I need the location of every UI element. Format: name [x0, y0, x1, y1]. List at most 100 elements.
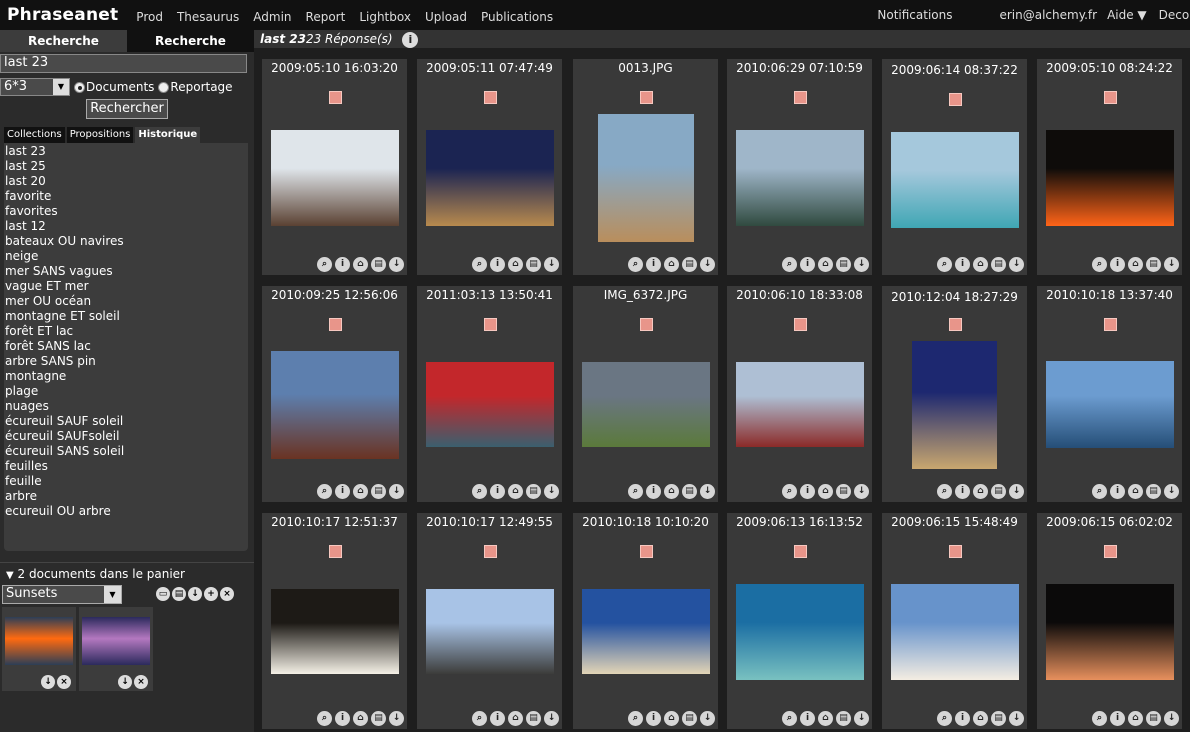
info-icon[interactable]: i: [955, 484, 970, 499]
download-icon[interactable]: ↓: [188, 587, 202, 601]
result-card[interactable]: 2009:06:13 16:13:52 ⌕ i ⌂ ▤ ↓: [727, 513, 872, 729]
print-icon[interactable]: ▤: [371, 257, 386, 272]
download-icon[interactable]: ↓: [700, 711, 715, 726]
result-card[interactable]: 2009:06:14 08:37:22 ⌕ i ⌂ ▤ ↓: [882, 59, 1027, 275]
print-icon[interactable]: ▤: [836, 484, 851, 499]
tab-advanced-search[interactable]: Recherche avancée: [127, 30, 254, 70]
history-item[interactable]: forêt ET lac: [4, 324, 248, 339]
result-card[interactable]: 2010:06:29 07:10:59 ⌕ i ⌂ ▤ ↓: [727, 59, 872, 275]
zoom-icon[interactable]: ⌕: [782, 711, 797, 726]
history-item[interactable]: montagne ET soleil: [4, 309, 248, 324]
info-icon[interactable]: i: [402, 31, 419, 48]
select-checkbox[interactable]: [640, 91, 653, 104]
download-icon[interactable]: ↓: [1164, 484, 1179, 499]
select-checkbox[interactable]: [949, 93, 962, 106]
close-icon[interactable]: ×: [57, 675, 71, 689]
result-card[interactable]: 2010:12:04 18:27:29 ⌕ i ⌂ ▤ ↓: [882, 286, 1027, 502]
zoom-icon[interactable]: ⌕: [317, 484, 332, 499]
basket-icon[interactable]: ⌂: [973, 711, 988, 726]
history-item[interactable]: ecureuil OU arbre: [4, 504, 248, 519]
notifications-link[interactable]: Notifications: [877, 8, 952, 22]
basket-icon[interactable]: ⌂: [353, 711, 368, 726]
zoom-icon[interactable]: ⌕: [937, 257, 952, 272]
search-button[interactable]: Rechercher: [86, 99, 168, 119]
thumbnail-image[interactable]: [426, 362, 554, 447]
download-icon[interactable]: ↓: [389, 257, 404, 272]
add-icon[interactable]: +: [204, 587, 218, 601]
thumbnail-image[interactable]: [891, 132, 1019, 228]
history-item[interactable]: arbre SANS pin: [4, 354, 248, 369]
print-icon[interactable]: ▤: [172, 587, 186, 601]
download-icon[interactable]: ↓: [854, 257, 869, 272]
result-card[interactable]: 2009:06:15 15:48:49 ⌕ i ⌂ ▤ ↓: [882, 513, 1027, 729]
history-item[interactable]: vague ET mer: [4, 279, 248, 294]
select-checkbox[interactable]: [1104, 318, 1117, 331]
zoom-icon[interactable]: ⌕: [472, 257, 487, 272]
basket-item[interactable]: ↓ ×: [79, 607, 153, 691]
info-icon[interactable]: i: [1110, 257, 1125, 272]
zoom-icon[interactable]: ⌕: [782, 484, 797, 499]
nav-publications[interactable]: Publications: [481, 10, 553, 24]
select-checkbox[interactable]: [949, 318, 962, 331]
select-checkbox[interactable]: [329, 545, 342, 558]
download-icon[interactable]: ↓: [389, 484, 404, 499]
download-icon[interactable]: ↓: [544, 484, 559, 499]
download-icon[interactable]: ↓: [544, 711, 559, 726]
info-icon[interactable]: i: [490, 484, 505, 499]
result-card[interactable]: 0013.JPG ⌕ i ⌂ ▤ ↓: [573, 59, 718, 275]
basket-icon[interactable]: ⌂: [818, 257, 833, 272]
result-card[interactable]: 2010:10:18 10:10:20 ⌕ i ⌂ ▤ ↓: [573, 513, 718, 729]
thumbnail-image[interactable]: [1046, 130, 1174, 226]
info-icon[interactable]: i: [490, 711, 505, 726]
info-icon[interactable]: i: [800, 484, 815, 499]
basket-thumbnail[interactable]: [5, 617, 73, 665]
nav-upload[interactable]: Upload: [425, 10, 467, 24]
basket-icon[interactable]: ⌂: [664, 711, 679, 726]
basket-icon[interactable]: ⌂: [508, 711, 523, 726]
info-icon[interactable]: i: [335, 257, 350, 272]
result-card[interactable]: 2009:06:15 06:02:02 ⌕ i ⌂ ▤ ↓: [1037, 513, 1182, 729]
download-icon[interactable]: ↓: [1009, 257, 1024, 272]
basket-icon[interactable]: ⌂: [818, 711, 833, 726]
history-item[interactable]: montagne: [4, 369, 248, 384]
zoom-icon[interactable]: ⌕: [937, 711, 952, 726]
history-item[interactable]: last 23: [4, 144, 248, 159]
result-card[interactable]: 2009:05:10 08:24:22 ⌕ i ⌂ ▤ ↓: [1037, 59, 1182, 275]
basket-select[interactable]: Sunsets ▼: [2, 585, 122, 604]
zoom-icon[interactable]: ⌕: [1092, 484, 1107, 499]
thumbnail-image[interactable]: [1046, 361, 1174, 448]
zoom-icon[interactable]: ⌕: [317, 711, 332, 726]
info-icon[interactable]: i: [335, 711, 350, 726]
thumbnail-image[interactable]: [582, 589, 710, 674]
print-icon[interactable]: ▤: [682, 257, 697, 272]
monitor-icon[interactable]: ▭: [156, 587, 170, 601]
info-icon[interactable]: i: [1110, 484, 1125, 499]
info-icon[interactable]: i: [646, 711, 661, 726]
download-icon[interactable]: ↓: [700, 484, 715, 499]
select-checkbox[interactable]: [329, 318, 342, 331]
print-icon[interactable]: ▤: [836, 257, 851, 272]
thumbnail-image[interactable]: [912, 341, 997, 469]
thumbnail-image[interactable]: [271, 130, 399, 226]
basket-icon[interactable]: ⌂: [353, 484, 368, 499]
print-icon[interactable]: ▤: [836, 711, 851, 726]
print-icon[interactable]: ▤: [991, 484, 1006, 499]
zoom-icon[interactable]: ⌕: [782, 257, 797, 272]
history-item[interactable]: last 25: [4, 159, 248, 174]
user-email-link[interactable]: erin@alchemy.fr: [999, 8, 1097, 22]
info-icon[interactable]: i: [800, 257, 815, 272]
thumbnail-image[interactable]: [271, 589, 399, 674]
nav-report[interactable]: Report: [306, 10, 346, 24]
history-item[interactable]: forêt SANS lac: [4, 339, 248, 354]
print-icon[interactable]: ▤: [991, 257, 1006, 272]
basket-icon[interactable]: ⌂: [353, 257, 368, 272]
tab-propositions[interactable]: Propositions: [66, 127, 134, 143]
select-checkbox[interactable]: [1104, 91, 1117, 104]
history-item[interactable]: neige: [4, 249, 248, 264]
thumbnail-image[interactable]: [426, 130, 554, 226]
history-item[interactable]: écureuil SAUFsoleil: [4, 429, 248, 444]
nav-prod[interactable]: Prod: [136, 10, 163, 24]
tab-historique[interactable]: Historique: [135, 127, 201, 143]
basket-icon[interactable]: ⌂: [508, 484, 523, 499]
radio-documents[interactable]: [74, 81, 85, 93]
